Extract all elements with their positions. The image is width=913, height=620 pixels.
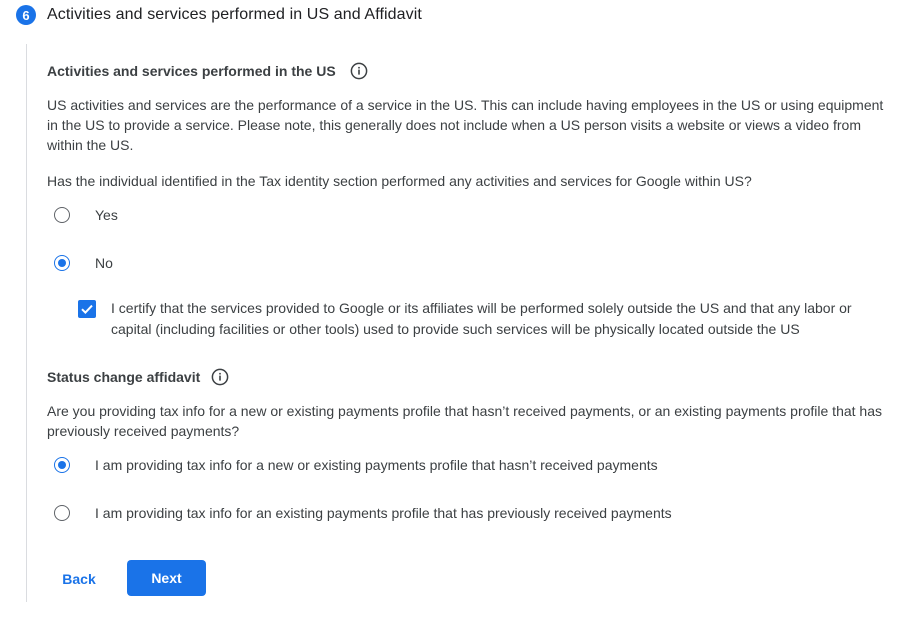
certify-checkbox-row[interactable]: I certify that the services provided to … <box>78 298 891 340</box>
activities-description: US activities and services are the perfo… <box>47 97 884 153</box>
radio-button[interactable] <box>54 505 70 521</box>
activities-question: Has the individual identified in the Tax… <box>47 173 752 189</box>
radio-label: I am providing tax info for a new or exi… <box>95 457 658 473</box>
certify-checkbox[interactable] <box>78 300 96 318</box>
next-button[interactable]: Next <box>127 560 206 596</box>
step-title: Activities and services performed in US … <box>47 6 422 23</box>
radio-label: Yes <box>95 207 118 223</box>
radio-label: No <box>95 255 113 271</box>
info-icon[interactable] <box>211 368 229 386</box>
step-number-badge: 6 <box>16 5 36 25</box>
activities-heading-row: Activities and services performed in the… <box>47 62 368 80</box>
radio-option-existing-profile[interactable]: I am providing tax info for an existing … <box>54 503 672 523</box>
radio-option-new-profile[interactable]: I am providing tax info for a new or exi… <box>54 455 658 475</box>
affidavit-heading-row: Status change affidavit <box>47 368 229 386</box>
certify-label: I certify that the services provided to … <box>111 300 852 337</box>
step-header: 6 Activities and services performed in U… <box>16 4 422 26</box>
radio-button-selected[interactable] <box>54 255 70 271</box>
radio-option-no[interactable]: No <box>54 253 113 273</box>
back-button[interactable]: Back <box>48 562 110 596</box>
radio-button[interactable] <box>54 207 70 223</box>
radio-button-selected[interactable] <box>54 457 70 473</box>
affidavit-question: Are you providing tax info for a new or … <box>47 403 882 439</box>
radio-option-yes[interactable]: Yes <box>54 205 118 225</box>
step-connector-line <box>26 44 27 602</box>
activities-heading: Activities and services performed in the… <box>47 63 336 79</box>
info-icon[interactable] <box>350 62 368 80</box>
affidavit-heading: Status change affidavit <box>47 369 201 385</box>
radio-label: I am providing tax info for an existing … <box>95 505 672 521</box>
checkmark-icon <box>81 304 93 315</box>
